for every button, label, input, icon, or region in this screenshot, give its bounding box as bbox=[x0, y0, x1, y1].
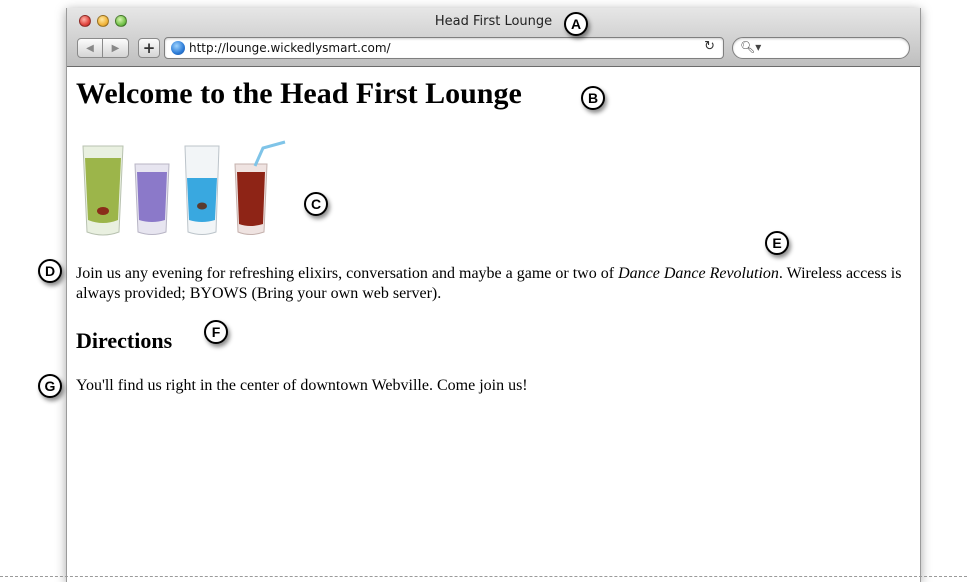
callout-b: B bbox=[581, 86, 605, 110]
title-bar: Head First Lounge ◀ ▶ + http://lounge.wi… bbox=[67, 8, 920, 67]
callout-a: A bbox=[564, 12, 588, 36]
window-title: Head First Lounge bbox=[434, 14, 553, 29]
page-content: Welcome to the Head First Lounge Join us… bbox=[67, 67, 920, 582]
search-icon: 🔍︎▾ bbox=[740, 40, 762, 54]
page-heading: Welcome to the Head First Lounge bbox=[76, 77, 522, 110]
forward-button[interactable]: ▶ bbox=[103, 38, 129, 58]
globe-icon bbox=[171, 41, 185, 55]
search-field[interactable]: 🔍︎▾ bbox=[732, 37, 910, 59]
add-bookmark-button[interactable]: + bbox=[138, 38, 160, 58]
directions-heading: Directions bbox=[76, 328, 173, 353]
callout-f: F bbox=[204, 320, 228, 344]
intro-paragraph: Join us any evening for refreshing elixi… bbox=[76, 264, 916, 304]
intro-emphasis: Dance Dance Revolution bbox=[618, 265, 779, 282]
intro-text: Join us any evening for refreshing elixi… bbox=[76, 265, 619, 282]
back-button[interactable]: ◀ bbox=[77, 38, 103, 58]
add-bookmark-icon: + bbox=[142, 39, 156, 57]
url-text[interactable]: http://lounge.wickedlysmart.com/ bbox=[189, 41, 391, 55]
reload-icon[interactable]: ↻ bbox=[704, 39, 715, 54]
callout-d: D bbox=[38, 259, 62, 283]
page-edge-dashes bbox=[0, 576, 967, 577]
callout-c: C bbox=[304, 192, 328, 216]
address-bar[interactable]: http://lounge.wickedlysmart.com/ ↻ bbox=[164, 37, 724, 59]
callout-g: G bbox=[38, 374, 62, 398]
back-arrow-icon: ◀ bbox=[86, 42, 94, 54]
callout-e: E bbox=[765, 231, 789, 255]
drinks-image bbox=[82, 140, 286, 236]
browser-window: Head First Lounge ◀ ▶ + http://lounge.wi… bbox=[66, 8, 921, 582]
forward-arrow-icon: ▶ bbox=[111, 42, 120, 54]
nav-buttons: ◀ ▶ bbox=[77, 38, 129, 58]
directions-paragraph: You'll find us right in the center of do… bbox=[76, 377, 528, 394]
